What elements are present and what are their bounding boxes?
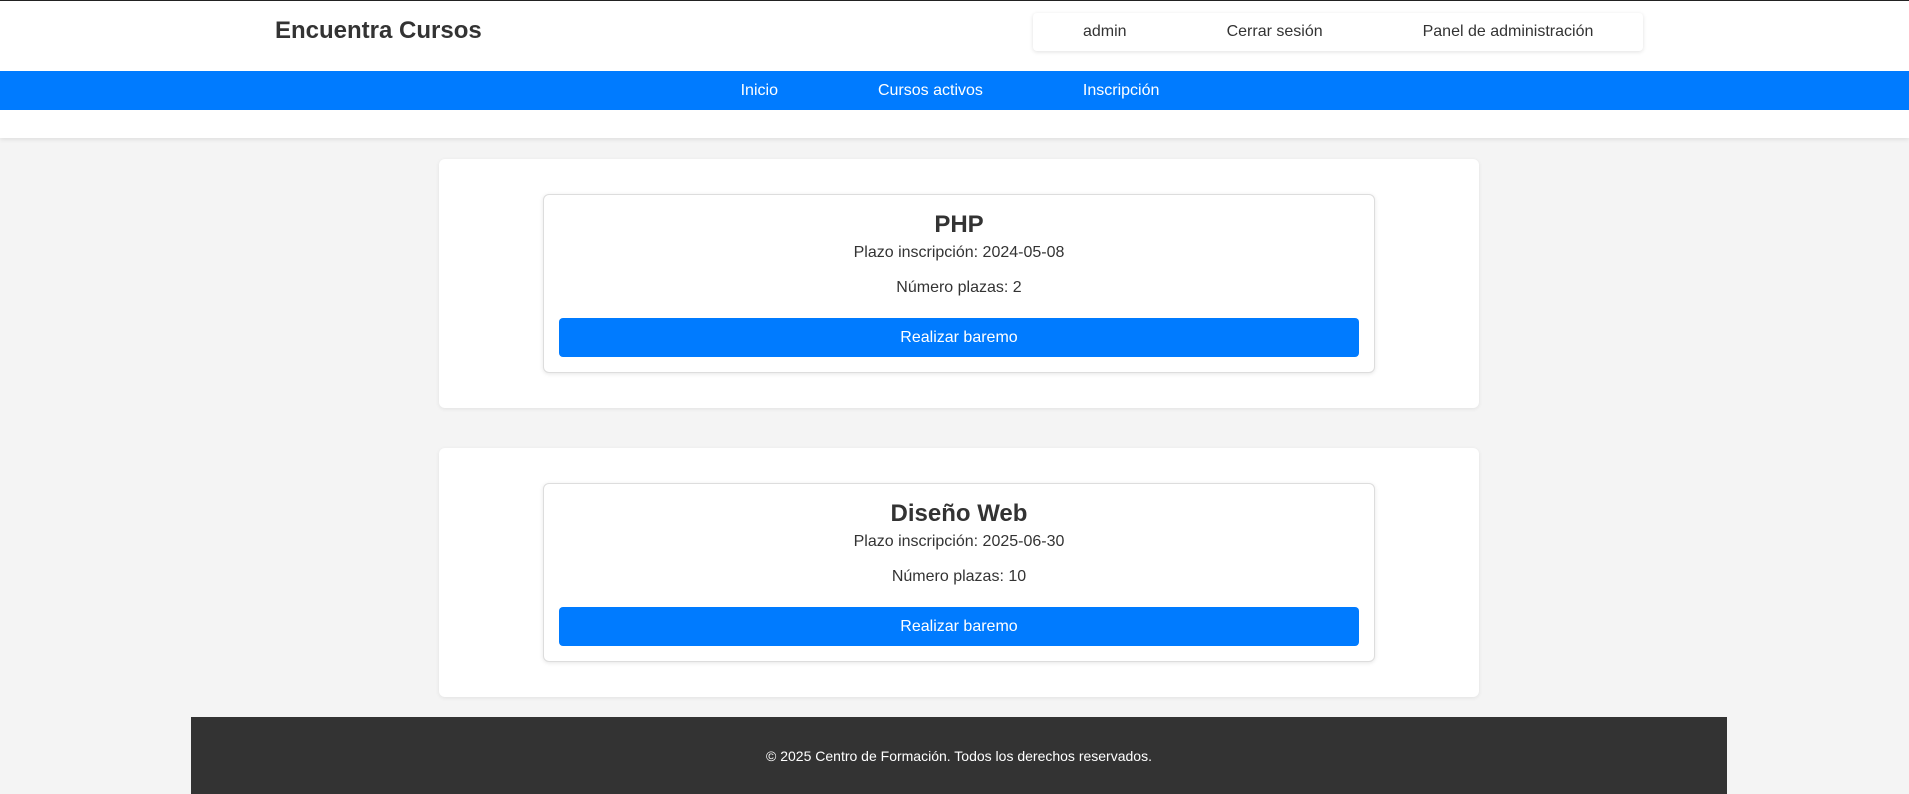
course-seats: Número plazas: 2 bbox=[896, 279, 1022, 296]
user-menu: admin Cerrar sesión Panel de administrac… bbox=[1033, 13, 1643, 51]
course-card: Diseño Web Plazo inscripción: 2025-06-30… bbox=[543, 483, 1375, 662]
admin-panel-link[interactable]: Panel de administración bbox=[1423, 23, 1594, 41]
realizar-baremo-button[interactable]: Realizar baremo bbox=[559, 607, 1359, 646]
course-title: PHP bbox=[934, 211, 984, 238]
username-link[interactable]: admin bbox=[1083, 23, 1127, 41]
course-title: Diseño Web bbox=[890, 500, 1028, 527]
course-section: PHP Plazo inscripción: 2024-05-08 Número… bbox=[439, 159, 1479, 408]
site-header: Encuentra Cursos admin Cerrar sesión Pan… bbox=[0, 0, 1909, 138]
nav-item-inicio[interactable]: Inicio bbox=[741, 82, 778, 100]
course-section: Diseño Web Plazo inscripción: 2025-06-30… bbox=[439, 448, 1479, 697]
logout-link[interactable]: Cerrar sesión bbox=[1227, 23, 1323, 41]
nav-item-inscripcion[interactable]: Inscripción bbox=[1083, 82, 1159, 100]
main-nav: Inicio Cursos activos Inscripción bbox=[0, 71, 1909, 110]
course-seats: Número plazas: 10 bbox=[891, 568, 1027, 585]
site-brand[interactable]: Encuentra Cursos bbox=[275, 17, 482, 45]
footer-copyright: © 2025 Centro de Formación. Todos los de… bbox=[766, 747, 1152, 764]
nav-item-cursos-activos[interactable]: Cursos activos bbox=[878, 82, 983, 100]
course-card: PHP Plazo inscripción: 2024-05-08 Número… bbox=[543, 194, 1375, 373]
course-deadline: Plazo inscripción: 2025-06-30 bbox=[853, 533, 1065, 550]
course-deadline: Plazo inscripción: 2024-05-08 bbox=[853, 244, 1065, 261]
realizar-baremo-button[interactable]: Realizar baremo bbox=[559, 318, 1359, 357]
site-footer: © 2025 Centro de Formación. Todos los de… bbox=[191, 717, 1727, 794]
